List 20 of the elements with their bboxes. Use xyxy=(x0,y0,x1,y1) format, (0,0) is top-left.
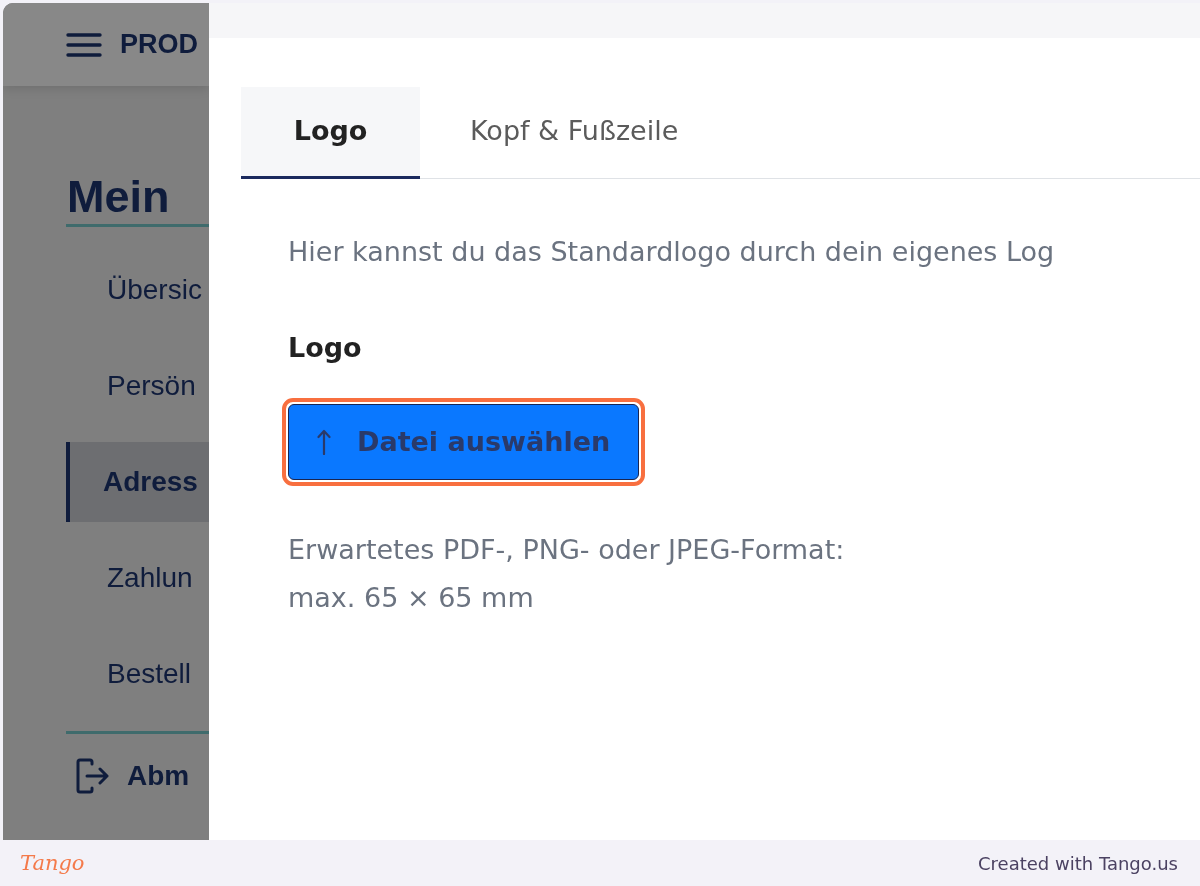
nav-item[interactable]: Übersic xyxy=(66,250,209,330)
nav-item[interactable]: Persön xyxy=(66,346,209,426)
description-text: Hier kannst du das Standardlogo durch dein eigenes Log xyxy=(288,235,1056,269)
exit-arrow-icon[interactable] xyxy=(75,758,109,794)
field-label: Logo xyxy=(288,331,363,365)
tab[interactable]: Logo xyxy=(241,87,420,179)
upload-button[interactable]: Datei auswählen xyxy=(288,404,640,480)
nav-item[interactable]: Bestell xyxy=(66,634,209,714)
credit-text: Created with Tango.us xyxy=(978,851,1178,876)
up-arrow-icon xyxy=(317,429,331,455)
tab[interactable]: Kopf & Fußzeile xyxy=(420,87,729,179)
brand-wordmark: Tango xyxy=(20,852,85,874)
menu-icon[interactable] xyxy=(66,31,102,58)
page-heading: Mein xyxy=(67,170,171,224)
hint-text: Erwartetes PDF-, PNG- oder JPEG-Format: xyxy=(288,533,846,567)
brand-name: PROD xyxy=(120,31,198,58)
nav-item[interactable]: Adress xyxy=(66,442,209,522)
nav-item[interactable]: Zahlun xyxy=(66,538,209,618)
logout-label[interactable]: Abm xyxy=(127,755,190,797)
hint-text: max. 65 × 65 mm xyxy=(288,581,535,615)
